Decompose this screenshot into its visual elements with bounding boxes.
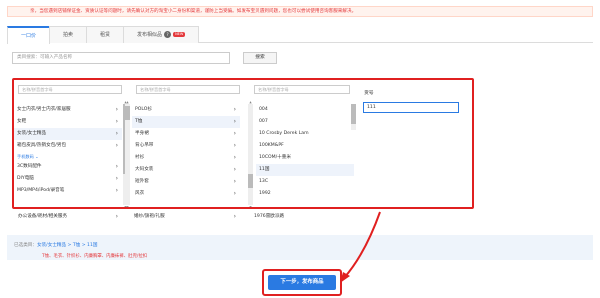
annotation-arrow-icon [340, 211, 381, 283]
next-publish-button[interactable]: 下一步，发布商品 [268, 275, 336, 290]
next-button-highlight: 下一步，发布商品 [262, 269, 342, 296]
